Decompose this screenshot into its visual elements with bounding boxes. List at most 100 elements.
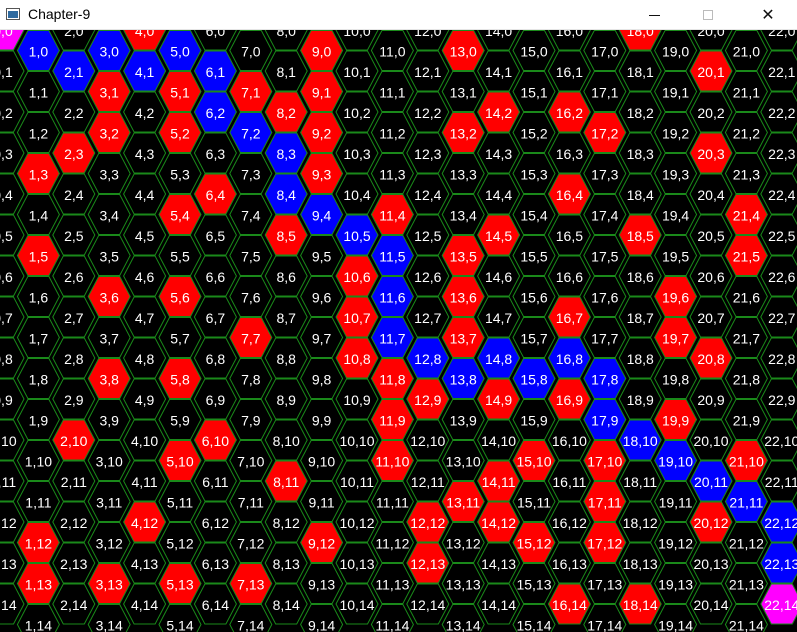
hex-cell[interactable]: 3,12 (87, 522, 131, 563)
hex-cell-red[interactable]: 11,4 (370, 194, 414, 235)
hex-cell[interactable]: 12,3 (406, 132, 450, 174)
hex-cell[interactable]: 21,8 (724, 358, 768, 399)
hex-cell-red[interactable]: 12,9 (406, 378, 450, 420)
hex-cell[interactable]: 15,0 (512, 30, 556, 71)
hex-cell[interactable]: 4,8 (123, 337, 167, 379)
hex-cell-blue[interactable]: 3,0 (87, 30, 131, 71)
hex-cell[interactable]: 16,5 (547, 214, 591, 256)
hex-cell-blue[interactable]: 19,10 (654, 440, 698, 481)
hex-cell[interactable]: 17,14 (583, 604, 627, 632)
hex-cell[interactable]: 10,13 (335, 542, 379, 584)
hex-cell[interactable]: 10,12 (335, 501, 379, 543)
hex-cell[interactable]: 20,0 (689, 30, 733, 51)
hex-cell[interactable]: 8,9 (264, 378, 308, 420)
hex-cell-red[interactable]: 11,10 (370, 440, 414, 481)
hex-cell[interactable]: 12,1 (406, 50, 450, 92)
hex-cell[interactable]: 20,4 (689, 173, 733, 215)
hex-cell-red[interactable]: 9,3 (300, 153, 344, 194)
hex-cell[interactable]: 7,0 (229, 30, 273, 71)
hex-cell[interactable]: 6,7 (193, 296, 237, 338)
hex-cell-red[interactable]: 16,7 (547, 296, 591, 338)
hex-cell[interactable]: 5,9 (158, 399, 202, 440)
hex-cell[interactable]: 2,9 (52, 378, 96, 420)
hex-cell[interactable]: 4,14 (123, 583, 167, 625)
hex-cell[interactable]: 6,9 (193, 378, 237, 420)
hex-cell[interactable]: 15,6 (512, 276, 556, 317)
hex-cell[interactable]: 6,3 (193, 132, 237, 174)
hex-cell[interactable]: 8,10 (264, 419, 308, 461)
hex-cell-blue[interactable]: 6,2 (193, 91, 237, 133)
hex-cell[interactable]: 20,10 (689, 419, 733, 461)
hex-cell-red[interactable]: 17,11 (583, 481, 627, 522)
hex-cell[interactable]: 1,4 (16, 194, 60, 235)
hex-cell-blue[interactable]: 22,12 (760, 501, 797, 543)
hex-cell-blue[interactable]: 14,8 (477, 337, 521, 379)
hex-cell-red[interactable]: 7,13 (229, 563, 273, 604)
hex-cell[interactable]: 22,9 (760, 378, 797, 420)
hex-cell[interactable]: 12,11 (406, 460, 450, 502)
hex-cell[interactable]: 4,10 (123, 419, 167, 461)
hex-cell-blue[interactable]: 17,8 (583, 358, 627, 399)
hex-cell[interactable]: 10,9 (335, 378, 379, 420)
hex-cell-red[interactable]: 13,2 (441, 112, 485, 153)
hex-cell-red[interactable]: 18,0 (618, 30, 662, 51)
hex-grid[interactable]: 0,0 0,1 0,2 0,3 0,4 0,5 0,6 0,7 0,8 0,9 0,10 0,11 0,… (0, 30, 797, 632)
hex-cell-red[interactable]: 7,1 (229, 71, 273, 112)
hex-cell[interactable]: 14,4 (477, 173, 521, 215)
hex-cell-blue[interactable]: 6,1 (193, 50, 237, 92)
hex-cell[interactable]: 9,5 (300, 235, 344, 276)
hex-cell-red[interactable]: 20,1 (689, 50, 733, 92)
hex-cell[interactable]: 5,7 (158, 317, 202, 358)
hex-cell[interactable]: 20,5 (689, 214, 733, 256)
hex-cell[interactable]: 8,13 (264, 542, 308, 584)
hex-cell[interactable]: 14,0 (477, 30, 521, 51)
hex-cell[interactable]: 20,9 (689, 378, 733, 420)
hex-cell-red[interactable]: 5,8 (158, 358, 202, 399)
hex-cell[interactable]: 21,9 (724, 399, 768, 440)
hex-cell-blue[interactable]: 20,11 (689, 460, 733, 502)
hex-cell[interactable]: 8,1 (264, 50, 308, 92)
hex-cell[interactable]: 12,0 (406, 30, 450, 51)
hex-cell[interactable]: 20,13 (689, 542, 733, 584)
hex-cell-red[interactable]: 2,3 (52, 132, 96, 174)
hex-cell-red[interactable]: 18,14 (618, 583, 662, 625)
hex-cell[interactable]: 14,13 (477, 542, 521, 584)
hex-cell[interactable]: 8,0 (264, 30, 308, 51)
hex-cell-blue[interactable]: 17,9 (583, 399, 627, 440)
hex-cell[interactable]: 21,3 (724, 153, 768, 194)
hex-cell-red[interactable]: 11,9 (370, 399, 414, 440)
hex-cell-red[interactable]: 3,13 (87, 563, 131, 604)
hex-cell[interactable]: 11,0 (370, 30, 414, 71)
hex-cell[interactable]: 22,6 (760, 255, 797, 297)
hex-cell-red[interactable]: 16,14 (547, 583, 591, 625)
hex-cell-blue[interactable]: 5,0 (158, 30, 202, 71)
hex-cell[interactable]: 19,2 (654, 112, 698, 153)
hex-cell[interactable]: 5,11 (158, 481, 202, 522)
hex-cell-red[interactable]: 15,10 (512, 440, 556, 481)
hex-cell[interactable]: 7,12 (229, 522, 273, 563)
hex-cell[interactable]: 7,10 (229, 440, 273, 481)
hex-cell[interactable]: 4,5 (123, 214, 167, 256)
hex-cell[interactable]: 19,14 (654, 604, 698, 632)
hex-cell[interactable]: 16,11 (547, 460, 591, 502)
hex-cell[interactable]: 21,14 (724, 604, 768, 632)
hex-cell[interactable]: 20,2 (689, 91, 733, 133)
hex-cell-blue[interactable]: 16,8 (547, 337, 591, 379)
hex-cell[interactable]: 18,8 (618, 337, 662, 379)
hex-cell-red[interactable]: 1,3 (16, 153, 60, 194)
hex-cell[interactable]: 21,2 (724, 112, 768, 153)
hex-cell[interactable]: 12,4 (406, 173, 450, 215)
hex-cell[interactable]: 14,10 (477, 419, 521, 461)
hex-cell-red[interactable]: 14,11 (477, 460, 521, 502)
hex-cell-red[interactable]: 5,10 (158, 440, 202, 481)
hex-cell[interactable]: 22,1 (760, 50, 797, 92)
hex-cell-red[interactable]: 5,6 (158, 276, 202, 317)
hex-cell-blue[interactable]: 1,0 (16, 30, 60, 71)
hex-cell[interactable]: 11,3 (370, 153, 414, 194)
hex-cell[interactable]: 11,14 (370, 604, 414, 632)
hex-cell[interactable]: 21,0 (724, 30, 768, 71)
hex-cell-red[interactable]: 9,0 (300, 30, 344, 71)
hex-cell-red[interactable]: 21,5 (724, 235, 768, 276)
hex-cell[interactable]: 7,14 (229, 604, 273, 632)
hex-cell[interactable]: 18,7 (618, 296, 662, 338)
